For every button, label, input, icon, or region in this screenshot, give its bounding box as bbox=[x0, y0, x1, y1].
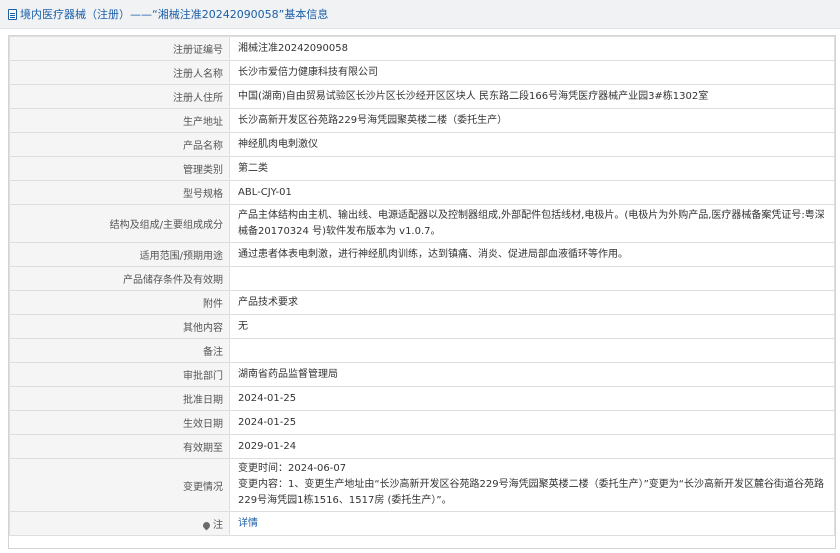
table-row: 生产地址 长沙高新开发区谷苑路229号海凭园聚英楼二楼（委托生产） bbox=[9, 108, 835, 133]
row-value: 神经肌肉电刺激仪 bbox=[229, 132, 835, 157]
table-row: 附件 产品技术要求 bbox=[9, 290, 835, 315]
row-label: 审批部门 bbox=[9, 362, 230, 387]
row-label: 生效日期 bbox=[9, 410, 230, 435]
table-row: 审批部门 湖南省药品监督管理局 bbox=[9, 362, 835, 387]
row-value: 湘械注准20242090058 bbox=[229, 36, 835, 61]
detail-link[interactable]: 详情 bbox=[238, 518, 258, 529]
row-value: 第二类 bbox=[229, 156, 835, 181]
detail-value: 详情 bbox=[229, 511, 835, 536]
info-table-frame: 注册证编号 湘械注准20242090058 注册人名称 长沙市爱倍力健康科技有限公司… bbox=[8, 35, 836, 549]
table-row: 生效日期 2024-01-25 bbox=[9, 410, 835, 435]
row-label: 型号规格 bbox=[9, 180, 230, 205]
change-label: 变更情况 bbox=[9, 458, 230, 512]
table-row: 注册人住所 中国(湖南)自由贸易试验区长沙片区长沙经开区区块人 民东路二段166号… bbox=[9, 84, 835, 109]
info-table: 注册证编号 湘械注准20242090058 注册人名称 长沙市爱倍力健康科技有限公司… bbox=[9, 36, 835, 536]
pin-icon bbox=[201, 520, 212, 530]
table-row: 管理类别 第二类 bbox=[9, 156, 835, 181]
row-label: 产品储存条件及有效期 bbox=[9, 266, 230, 291]
table-row: 产品名称 神经肌肉电刺激仪 bbox=[9, 132, 835, 157]
table-row: 产品储存条件及有效期 bbox=[9, 266, 835, 291]
row-value: ABL-CJY-01 bbox=[229, 180, 835, 205]
table-row: 备注 bbox=[9, 338, 835, 363]
table-row: 注册人名称 长沙市爱倍力健康科技有限公司 bbox=[9, 60, 835, 85]
row-label: 附件 bbox=[9, 290, 230, 315]
row-value: 长沙市爱倍力健康科技有限公司 bbox=[229, 60, 835, 85]
table-row-change: 变更情况 变更时间：2024-06-07 变更内容：1、变更生产地址由“长沙高新… bbox=[9, 458, 835, 512]
row-value: 湖南省药品监督管理局 bbox=[229, 362, 835, 387]
document-icon bbox=[8, 8, 17, 20]
table-row: 有效期至 2029-01-24 bbox=[9, 434, 835, 459]
table-row: 注册证编号 湘械注准20242090058 bbox=[9, 36, 835, 61]
table-row: 其他内容无 bbox=[9, 314, 835, 339]
row-value: 中国(湖南)自由贸易试验区长沙片区长沙经开区区块人 民东路二段166号海凭医疗器… bbox=[229, 84, 835, 109]
row-label: 注册证编号 bbox=[9, 36, 230, 61]
row-label: 批准日期 bbox=[9, 386, 230, 411]
table-row: 结构及组成/主要组成成分 产品主体结构由主机、输出线、电源适配器以及控制器组成,外… bbox=[9, 204, 835, 243]
row-label: 生产地址 bbox=[9, 108, 230, 133]
detail-label-cell: 注 bbox=[9, 511, 230, 536]
row-label: 备注 bbox=[9, 338, 230, 363]
row-value: 长沙高新开发区谷苑路229号海凭园聚英楼二楼（委托生产） bbox=[229, 108, 835, 133]
row-value: 通过患者体表电刺激，进行神经肌肉训练，达到镇痛、消炎、促进局部血液循环等作用。 bbox=[229, 242, 835, 267]
row-value: 2029-01-24 bbox=[229, 434, 835, 459]
detail-label: 注 bbox=[213, 520, 223, 531]
change-value: 变更时间：2024-06-07 变更内容：1、变更生产地址由“长沙高新开发区谷苑… bbox=[229, 458, 835, 512]
row-label: 有效期至 bbox=[9, 434, 230, 459]
table-row: 型号规格 ABL-CJY-01 bbox=[9, 180, 835, 205]
row-value: 2024-01-25 bbox=[229, 410, 835, 435]
row-value: 2024-01-25 bbox=[229, 386, 835, 411]
table-row: 适用范围/预期用途 通过患者体表电刺激，进行神经肌肉训练，达到镇痛、消炎、促进局部… bbox=[9, 242, 835, 267]
row-value bbox=[229, 266, 835, 291]
change-time: 变更时间：2024-06-07 bbox=[238, 463, 347, 474]
row-label: 注册人名称 bbox=[9, 60, 230, 85]
table-row: 批准日期 2024-01-25 bbox=[9, 386, 835, 411]
row-label: 管理类别 bbox=[9, 156, 230, 181]
row-label: 注册人住所 bbox=[9, 84, 230, 109]
row-value: 产品主体结构由主机、输出线、电源适配器以及控制器组成,外部配件包括线材,电极片。… bbox=[229, 204, 835, 243]
row-value: 产品技术要求 bbox=[229, 290, 835, 315]
row-label: 适用范围/预期用途 bbox=[9, 242, 230, 267]
row-label: 产品名称 bbox=[9, 132, 230, 157]
row-label: 其他内容 bbox=[9, 314, 230, 339]
change-content: 变更内容：1、变更生产地址由“长沙高新开发区谷苑路229号海凭园聚英楼二楼（委托… bbox=[238, 479, 824, 506]
table-row-detail: 注 详情 bbox=[9, 511, 835, 536]
page-title: 境内医疗器械（注册）——“湘械注准20242090058”基本信息 bbox=[20, 8, 329, 21]
page-header: 境内医疗器械（注册）——“湘械注准20242090058”基本信息 bbox=[0, 0, 840, 29]
row-label: 结构及组成/主要组成成分 bbox=[9, 204, 230, 243]
row-value bbox=[229, 338, 835, 363]
row-value: 无 bbox=[229, 314, 835, 339]
